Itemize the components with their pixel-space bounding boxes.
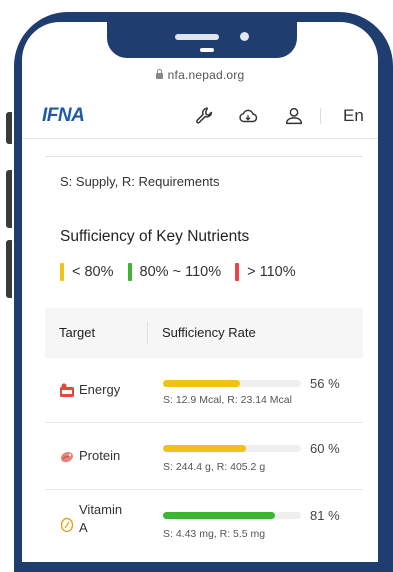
user-icon[interactable] <box>283 105 305 127</box>
column-header-target: Target <box>59 325 96 340</box>
table-row[interactable]: Vitamin A 81 % S: 4.43 mg, R: 5.5 mg <box>45 490 363 562</box>
table-header: Target Sufficiency Rate <box>45 308 363 358</box>
protein-icon <box>61 452 73 463</box>
phone-side-button <box>6 170 12 228</box>
legend-swatch-red <box>235 263 240 281</box>
column-header-rate: Sufficiency Rate <box>162 325 256 340</box>
progress-fill <box>163 380 241 387</box>
ifna-logo[interactable]: IFNA <box>42 105 85 127</box>
notch-indicator <box>200 48 214 52</box>
legend-item-high: > 110% <box>235 263 296 281</box>
row-label-line: Vitamin <box>79 502 123 517</box>
legend-label: < 80% <box>72 264 114 280</box>
progress-track <box>163 512 301 519</box>
progress-fill <box>163 512 275 519</box>
nav-divider <box>320 108 321 124</box>
progress-fill <box>163 445 246 452</box>
percent-value: 60 % <box>310 441 340 456</box>
supply-requirement-detail: S: 244.4 g, R: 405.2 g <box>163 461 266 473</box>
cloud-icon[interactable] <box>237 105 259 127</box>
row-label-line: A <box>79 520 88 535</box>
abbreviation-legend: S: Supply, R: Requirements <box>60 174 220 189</box>
table-row[interactable]: Protein 60 % S: 244.4 g, R: 405.2 g <box>45 423 363 490</box>
url-text: nfa.nepad.org <box>167 68 245 82</box>
percent-value: 56 % <box>310 376 340 391</box>
row-label: Vitamin A <box>79 501 122 537</box>
vitamin-icon <box>60 517 74 532</box>
energy-icon <box>60 383 74 397</box>
progress-track <box>163 380 301 387</box>
phone-side-button <box>6 240 12 298</box>
divider <box>45 156 363 157</box>
lock-icon <box>155 69 163 79</box>
main-content: S: Supply, R: Requirements Sufficiency o… <box>22 138 378 562</box>
percent-value: 81 % <box>310 508 340 523</box>
phone-notch <box>107 22 297 58</box>
progress-track <box>163 445 301 452</box>
supply-requirement-detail: S: 12.9 Mcal, R: 23.14 Mcal <box>163 394 292 406</box>
legend-item-low: < 80% <box>60 263 114 281</box>
phone-screen: nfa.nepad.org IFNA En S: Supply, R: Requ… <box>22 22 378 562</box>
top-navigation: IFNA En <box>22 94 378 139</box>
section-title: Sufficiency of Key Nutrients <box>60 228 250 245</box>
row-label: Protein <box>79 448 121 463</box>
wrench-icon[interactable] <box>194 105 216 127</box>
legend-swatch-yellow <box>60 263 64 281</box>
legend-label: > 110% <box>247 264 296 280</box>
address-bar[interactable]: nfa.nepad.org <box>22 68 378 82</box>
language-switch[interactable]: En <box>343 106 364 126</box>
supply-requirement-detail: S: 4.43 mg, R: 5.5 mg <box>163 528 266 540</box>
camera <box>240 32 249 41</box>
row-label: Energy <box>79 382 121 397</box>
column-divider <box>147 322 148 344</box>
phone-side-button <box>6 112 12 144</box>
legend-swatch-green <box>127 263 132 281</box>
color-legend: < 80% 80% ~ 110% > 110% <box>60 263 310 281</box>
table-row[interactable]: Energy 56 % S: 12.9 Mcal, R: 23.14 Mcal <box>45 358 363 423</box>
legend-item-adequate: 80% ~ 110% <box>127 263 222 281</box>
speaker <box>175 34 219 40</box>
legend-label: 80% ~ 110% <box>139 264 222 280</box>
